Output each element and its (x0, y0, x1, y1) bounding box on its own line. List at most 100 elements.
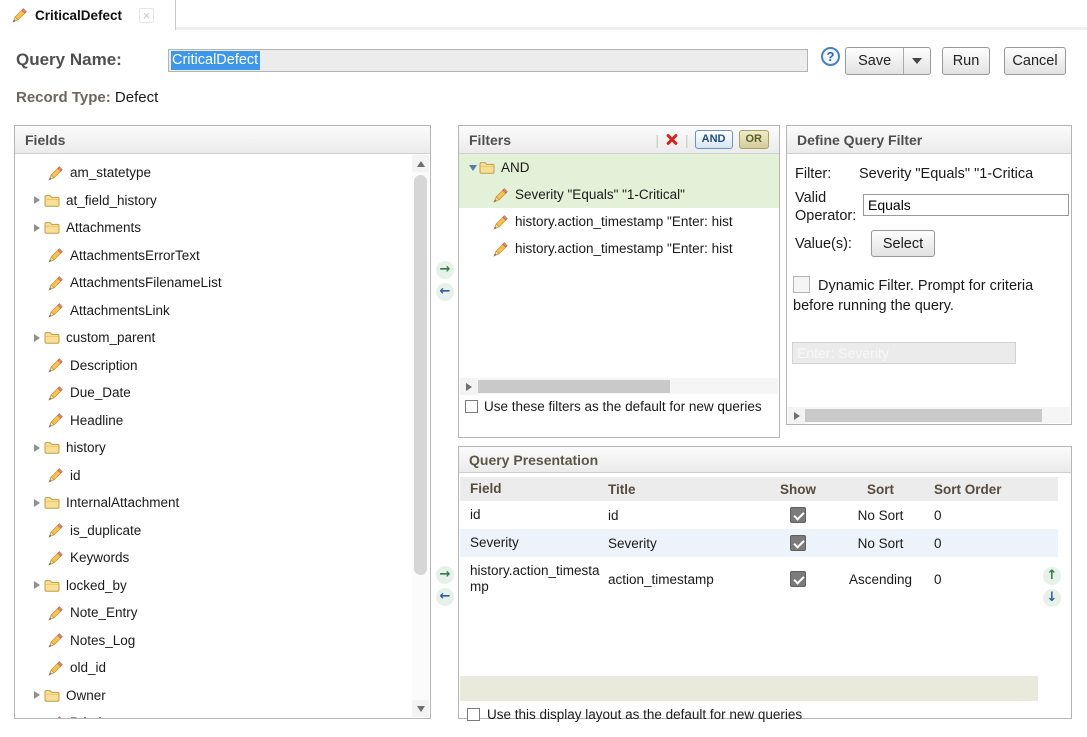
cell-sort-order[interactable]: 0 (928, 508, 1058, 523)
valid-operator-input[interactable] (863, 194, 1069, 216)
folder-icon (44, 496, 60, 509)
remove-filter-arrow-icon[interactable]: ← (436, 283, 454, 301)
define-horizontal-scrollbar[interactable] (788, 407, 1070, 423)
field-item-Headline[interactable]: Headline (15, 407, 412, 435)
delete-filter-icon[interactable] (665, 133, 679, 147)
expander-icon[interactable] (30, 334, 44, 342)
scrollbar-thumb[interactable] (414, 175, 427, 575)
filters-horizontal-scrollbar[interactable] (460, 378, 778, 394)
filters-default-checkbox[interactable] (465, 400, 478, 413)
move-down-icon[interactable]: ↓ (1043, 589, 1061, 607)
save-dropdown-button[interactable] (903, 48, 930, 74)
pencil-icon (12, 7, 28, 23)
expander-icon[interactable] (467, 165, 479, 171)
select-values-button[interactable]: Select (871, 230, 935, 257)
field-item-Attachments[interactable]: Attachments (15, 214, 412, 242)
expander-icon[interactable] (30, 224, 44, 232)
scroll-right-icon[interactable] (788, 407, 805, 424)
field-item-locked_by[interactable]: locked_by (15, 572, 412, 600)
fields-panel-header: Fields (15, 126, 430, 154)
field-item-at_field_history[interactable]: at_field_history (15, 187, 412, 215)
fields-vertical-scrollbar[interactable] (412, 155, 429, 717)
scrollbar-thumb[interactable] (804, 409, 1042, 422)
expander-icon[interactable] (30, 691, 44, 699)
filter-item[interactable]: Severity "Equals" "1-Critical" (459, 181, 779, 208)
or-button[interactable]: OR (739, 130, 770, 149)
field-item-id[interactable]: id (15, 462, 412, 490)
presentation-row[interactable]: SeveritySeverity No Sort0 (460, 529, 1058, 557)
field-item-AttachmentsLink[interactable]: AttachmentsLink (15, 297, 412, 325)
scrollbar-thumb[interactable] (478, 380, 670, 393)
field-item-custom_parent[interactable]: custom_parent (15, 324, 412, 352)
field-item-AttachmentsErrorText[interactable]: AttachmentsErrorText (15, 242, 412, 270)
remove-presentation-arrow-icon[interactable]: ← (436, 588, 454, 606)
field-label: InternalAttachment (66, 495, 179, 510)
dynamic-filter-label: Dynamic Filter. Prompt for criteria befo… (793, 278, 1033, 314)
field-item-InternalAttachment[interactable]: InternalAttachment (15, 489, 412, 517)
scroll-up-icon[interactable] (412, 155, 429, 172)
filter-group-and[interactable]: AND (459, 154, 779, 181)
define-panel-title: Define Query Filter (797, 132, 922, 148)
scroll-down-icon[interactable] (412, 700, 429, 717)
field-label: Attachments (66, 220, 141, 235)
run-button[interactable]: Run (942, 47, 990, 75)
query-name-input[interactable]: CriticalDefect (168, 49, 808, 72)
pencil-icon (48, 467, 64, 483)
add-filter-arrow-icon[interactable]: → (436, 261, 454, 279)
dynamic-filter-checkbox[interactable] (793, 276, 810, 293)
field-item-Note_Entry[interactable]: Note_Entry (15, 599, 412, 627)
move-up-icon[interactable]: ↑ (1043, 567, 1061, 585)
field-item-Priority[interactable]: Priority (15, 709, 412, 718)
query-presentation-panel: Query Presentation Field Title Show Sort… (458, 446, 1072, 719)
field-label: Due_Date (70, 385, 131, 400)
help-icon[interactable]: ? (821, 47, 840, 66)
cancel-button[interactable]: Cancel (1004, 47, 1066, 75)
add-presentation-arrow-icon[interactable]: → (436, 566, 454, 584)
field-item-old_id[interactable]: old_id (15, 654, 412, 682)
pencil-icon (48, 247, 64, 263)
filters-panel: Filters | | AND OR AND Severity "Equals"… (458, 125, 780, 438)
col-show: Show (763, 482, 833, 497)
layout-default-label: Use this display layout as the default f… (487, 707, 802, 722)
field-item-Keywords[interactable]: Keywords (15, 544, 412, 572)
expander-icon[interactable] (30, 581, 44, 589)
presentation-row[interactable]: history.action_timestampaction_timestamp… (460, 557, 1058, 601)
and-button[interactable]: AND (695, 130, 733, 149)
cell-field: Severity (460, 535, 608, 551)
cell-sort-order[interactable]: 0 (928, 572, 1058, 587)
cell-title: Severity (608, 536, 763, 551)
filter-item[interactable]: history.action_timestamp "Enter: hist (459, 208, 779, 235)
expander-icon[interactable] (30, 444, 44, 452)
tab-close-icon[interactable]: × (139, 8, 154, 23)
field-item-Description[interactable]: Description (15, 352, 412, 380)
cell-sort-order[interactable]: 0 (928, 536, 1058, 551)
field-item-am_statetype[interactable]: am_statetype (15, 159, 412, 187)
field-item-Due_Date[interactable]: Due_Date (15, 379, 412, 407)
presentation-row[interactable]: ididNo Sort0 (460, 501, 1058, 529)
field-item-Notes_Log[interactable]: Notes_Log (15, 627, 412, 655)
expander-icon[interactable] (30, 499, 44, 507)
field-item-is_duplicate[interactable]: is_duplicate (15, 517, 412, 545)
expander-icon[interactable] (30, 196, 44, 204)
cell-sort[interactable]: No Sort (833, 508, 928, 523)
field-item-AttachmentsFilenameList[interactable]: AttachmentsFilenameList (15, 269, 412, 297)
save-button[interactable]: Save (846, 48, 903, 74)
fields-panel-title: Fields (25, 132, 65, 148)
folder-icon (44, 194, 60, 207)
filters-panel-title: Filters (469, 132, 511, 148)
field-item-Owner[interactable]: Owner (15, 682, 412, 710)
filter-item[interactable]: history.action_timestamp "Enter: hist (459, 235, 779, 262)
col-field: Field (460, 481, 608, 497)
cell-sort[interactable]: Ascending (833, 572, 928, 587)
show-checkbox[interactable] (790, 535, 806, 551)
field-item-history[interactable]: history (15, 434, 412, 462)
filters-default-label: Use these filters as the default for new… (484, 398, 762, 416)
col-title: Title (608, 482, 763, 497)
tab-criticaldefect[interactable]: CriticalDefect × (0, 0, 176, 30)
layout-default-checkbox[interactable] (467, 708, 480, 721)
scroll-right-icon[interactable] (460, 378, 477, 395)
cell-sort[interactable]: No Sort (833, 536, 928, 551)
show-checkbox[interactable] (790, 571, 806, 587)
field-label: Headline (70, 413, 123, 428)
show-checkbox[interactable] (790, 507, 806, 523)
